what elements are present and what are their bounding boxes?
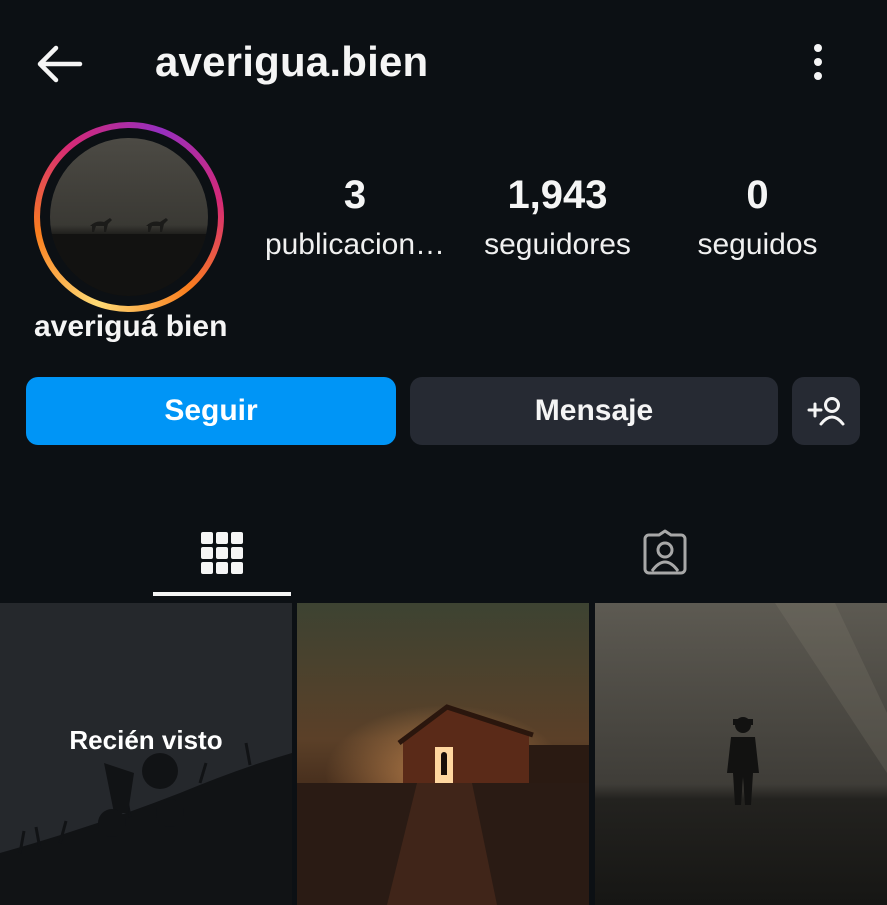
posts-label: publicacion… xyxy=(264,228,446,261)
more-options-button[interactable] xyxy=(800,38,836,88)
grid-post-2[interactable] xyxy=(297,603,589,905)
following-count[interactable]: 0 seguidos xyxy=(675,168,840,268)
followers-value: 1,943 xyxy=(507,173,608,217)
back-button[interactable] xyxy=(30,40,90,88)
selected-tab-indicator xyxy=(153,592,291,596)
follow-button[interactable]: Seguir xyxy=(26,377,396,445)
tab-posts-grid[interactable] xyxy=(0,508,443,598)
posts-grid: Recién visto xyxy=(0,600,887,905)
story-ring[interactable] xyxy=(34,122,224,312)
avatar xyxy=(50,138,208,296)
following-value: 0 xyxy=(746,173,769,217)
following-label: seguidos xyxy=(697,228,818,261)
grid-post-1[interactable]: Recién visto xyxy=(0,603,292,905)
display-name: averiguá bien xyxy=(34,310,228,343)
recently-viewed-label: Recién visto xyxy=(69,725,223,755)
page-title: averigua.bien xyxy=(155,38,429,85)
followers-count[interactable]: 1,943 seguidores xyxy=(460,168,655,268)
posts-count[interactable]: 3 publicacion… xyxy=(255,168,455,268)
tab-tagged[interactable] xyxy=(443,508,887,598)
grid-post-3[interactable] xyxy=(595,603,887,905)
message-button[interactable]: Mensaje xyxy=(410,377,778,445)
grid-icon xyxy=(200,532,243,574)
followers-label: seguidores xyxy=(484,228,631,261)
arrow-left-icon xyxy=(37,45,83,83)
suggested-accounts-button[interactable] xyxy=(792,377,860,445)
posts-value: 3 xyxy=(343,173,367,217)
more-vertical-icon xyxy=(814,44,822,80)
profile-header: averigua.bien xyxy=(0,0,887,122)
tagged-person-icon xyxy=(643,529,687,575)
add-user-icon xyxy=(807,397,845,426)
